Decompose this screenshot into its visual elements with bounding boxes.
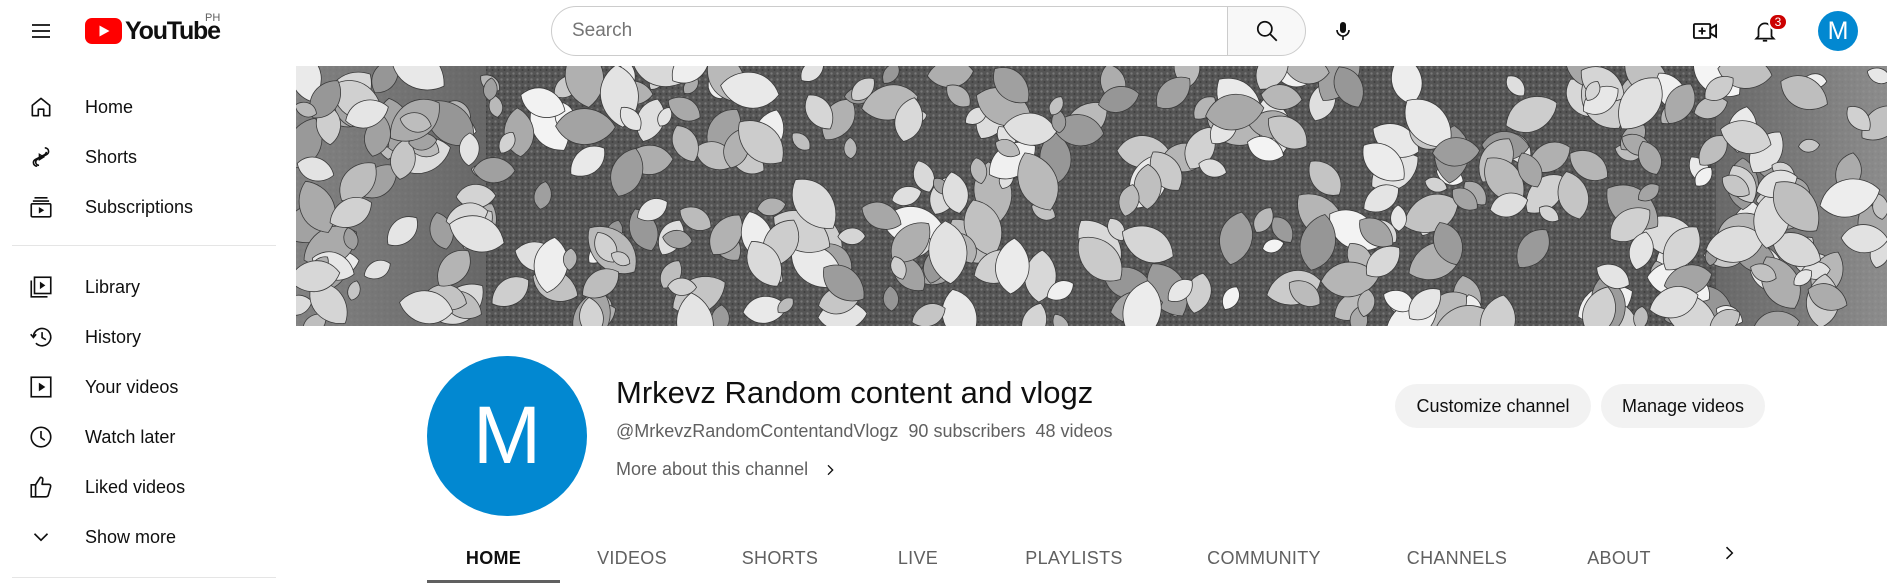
sidebar-item-home[interactable]: Home <box>12 82 276 132</box>
search-button[interactable] <box>1227 6 1306 56</box>
tabs-scroll-next-button[interactable] <box>1714 538 1744 568</box>
tab-community[interactable]: COMMUNITY <box>1184 533 1344 583</box>
sidebar-item-show-more[interactable]: Show more <box>12 512 276 562</box>
sidebar-item-label: Library <box>85 276 141 297</box>
sidebar-divider <box>12 245 276 246</box>
sidebar-item-label: Liked videos <box>85 476 186 497</box>
sidebar-item-label: History <box>85 326 142 347</box>
tab-about[interactable]: ABOUT <box>1564 533 1674 583</box>
masthead: YouTube PH 3 M <box>0 0 1887 62</box>
manage-videos-button[interactable]: Manage videos <box>1601 384 1765 428</box>
sidebar-item-label: Watch later <box>85 426 176 447</box>
channel-handle: @MrkevzRandomContentandVlogz <box>616 421 899 441</box>
liked-videos-icon <box>12 474 72 500</box>
shorts-icon <box>12 144 72 170</box>
sidebar-item-shorts[interactable]: Shorts <box>12 132 276 182</box>
tab-shorts[interactable]: SHORTS <box>725 533 835 583</box>
sidebar-item-label: Shorts <box>85 146 138 167</box>
sidebar-item-your-videos[interactable]: Your videos <box>12 362 276 412</box>
tab-playlists[interactable]: PLAYLISTS <box>1004 533 1144 583</box>
subscriptions-icon <box>12 194 72 220</box>
youtube-logo[interactable]: YouTube <box>85 16 221 46</box>
sidebar-divider <box>12 577 276 578</box>
channel-name: Mrkevz Random content and vlogz <box>616 375 1094 410</box>
create-button[interactable] <box>1685 11 1725 51</box>
subscriber-count: 90 subscribers <box>908 421 1026 441</box>
your-videos-icon <box>12 374 72 400</box>
more-about-label: More about this channel <box>616 459 809 479</box>
channel-banner <box>296 66 1887 326</box>
watch-later-icon <box>12 424 72 450</box>
search-icon <box>1256 20 1277 42</box>
youtube-play-icon <box>85 18 122 44</box>
banner-leaves-image <box>296 66 1887 326</box>
channel-avatar: M <box>427 356 587 516</box>
create-video-icon <box>1692 23 1718 39</box>
history-icon <box>12 324 72 350</box>
voice-search-button[interactable] <box>1320 8 1366 54</box>
microphone-icon <box>1336 22 1350 40</box>
tab-live[interactable]: LIVE <box>873 533 963 583</box>
sidebar-item-label: Home <box>85 96 134 117</box>
sidebar-item-label: Subscriptions <box>85 196 194 217</box>
channel-meta: @MrkevzRandomContentandVlogz 90 subscrib… <box>616 421 1113 442</box>
sidebar-item-library[interactable]: Library <box>12 262 276 312</box>
sidebar-item-label: Your videos <box>85 376 179 397</box>
library-icon <box>12 274 72 300</box>
country-code: PH <box>205 12 221 24</box>
menu-icon[interactable] <box>22 12 60 50</box>
tab-home[interactable]: HOME <box>427 533 560 583</box>
sidebar-item-history[interactable]: History <box>12 312 276 362</box>
notification-count-badge: 3 <box>1768 13 1788 31</box>
tab-channels[interactable]: CHANNELS <box>1382 533 1532 583</box>
more-about-channel-link[interactable]: More about this channel <box>616 459 838 480</box>
customize-channel-button[interactable]: Customize channel <box>1395 384 1591 428</box>
sidebar-item-watch-later[interactable]: Watch later <box>12 412 276 462</box>
home-icon <box>12 94 72 120</box>
tab-videos[interactable]: VIDEOS <box>577 533 687 583</box>
search-box <box>551 6 1228 56</box>
chevron-right-icon <box>827 464 834 475</box>
chevron-down-icon <box>12 524 72 550</box>
sidebar: Home Shorts Subscriptions Library Histor… <box>0 62 290 583</box>
account-avatar[interactable]: M <box>1818 11 1858 51</box>
chevron-right-icon <box>1725 546 1734 560</box>
video-count: 48 videos <box>1035 421 1113 441</box>
sidebar-item-subscriptions[interactable]: Subscriptions <box>12 182 276 232</box>
sidebar-item-label: Show more <box>85 526 177 547</box>
sidebar-item-liked-videos[interactable]: Liked videos <box>12 462 276 512</box>
search-input[interactable] <box>572 20 1227 42</box>
